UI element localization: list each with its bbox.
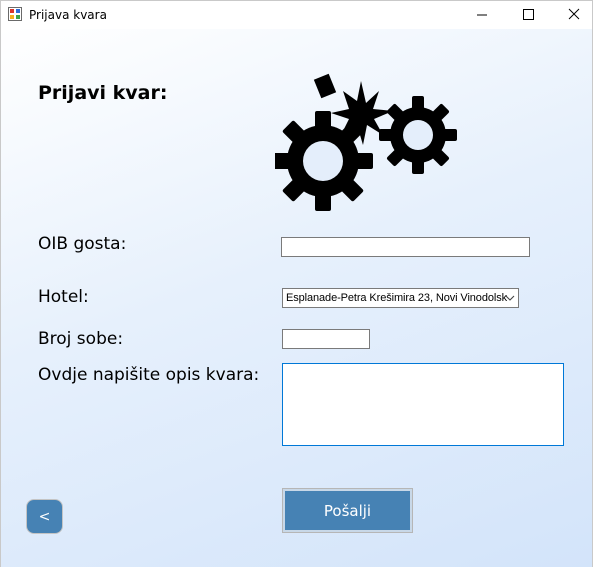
oib-label: OIB gosta:: [38, 234, 127, 254]
window-title: Prijava kvara: [29, 8, 107, 22]
form-icon: [8, 7, 22, 21]
oib-input[interactable]: [281, 237, 530, 257]
gears-icon: [275, 73, 457, 211]
submit-button[interactable]: Pošalji: [282, 488, 413, 533]
room-label: Broj sobe:: [38, 329, 124, 349]
description-label: Ovdje napišite opis kvara:: [38, 365, 260, 385]
chevron-down-icon: [505, 295, 515, 301]
hotel-selected-value: Esplanade-Petra Krešimira 23, Novi Vinod…: [286, 292, 508, 304]
title-bar[interactable]: Prijava kvara: [1, 1, 592, 29]
room-input[interactable]: [282, 329, 370, 349]
page-title: Prijavi kvar:: [38, 82, 168, 104]
form-area: Prijavi kvar: OIB gosta: Hotel: Esplanad…: [1, 29, 592, 567]
minimize-button[interactable]: [459, 1, 505, 29]
app-window: Prijava kvara Prijavi kvar: OIB gosta: H…: [0, 0, 593, 567]
hotel-select[interactable]: Esplanade-Petra Krešimira 23, Novi Vinod…: [282, 288, 519, 308]
hotel-label: Hotel:: [38, 287, 89, 307]
back-button[interactable]: <: [26, 499, 63, 534]
maximize-button[interactable]: [505, 1, 551, 29]
description-textarea[interactable]: [282, 363, 564, 446]
close-button[interactable]: [551, 1, 593, 29]
